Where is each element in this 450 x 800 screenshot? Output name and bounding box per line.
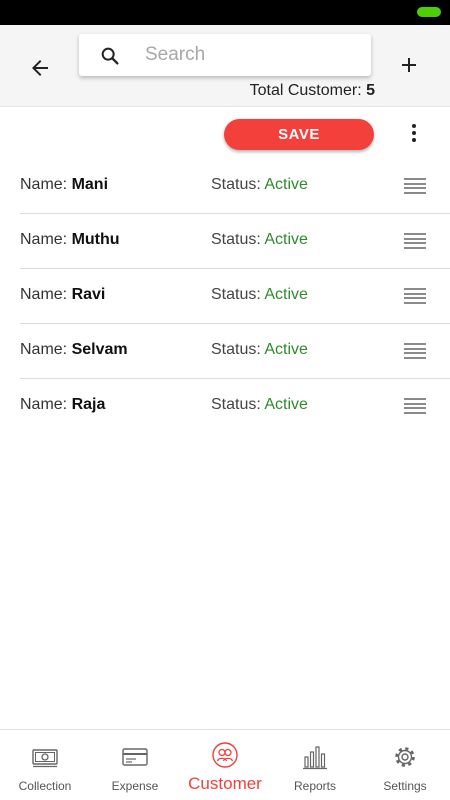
name-label: Name: [20,176,68,193]
list-item[interactable]: Name: Raja Status: Active [20,379,450,434]
status-value: Active [264,231,308,248]
back-button[interactable] [22,50,58,86]
bottom-nav: Collection Expense Customer Reports Sett… [0,729,450,800]
status-label: Status: [211,286,261,303]
customer-list: Name: Mani Status: Active Name: Muthu St… [0,159,450,434]
customer-name: Ravi [71,286,106,303]
status-label: Status: [211,176,261,193]
total-customer: Total Customer: 5 [250,82,375,100]
header: Total Customer: 5 [0,25,450,107]
nav-label: Collection [18,779,72,793]
cash-icon [32,749,58,768]
drag-handle-icon[interactable] [404,233,426,249]
add-customer-button[interactable] [391,47,427,83]
drag-handle-icon[interactable] [404,178,426,194]
total-label: Total Customer: [249,82,362,99]
search-icon [101,47,119,65]
bar-chart-icon [303,746,327,770]
status-label: Status: [211,341,261,358]
status-bar [0,0,450,25]
nav-item-expense[interactable]: Expense [90,730,180,800]
more-vert-icon [412,124,416,128]
customer-name: Mani [71,176,109,193]
search-box [79,34,371,76]
list-item[interactable]: Name: Muthu Status: Active [20,214,450,269]
nav-item-settings[interactable]: Settings [360,730,450,800]
customer-name: Selvam [71,341,128,358]
nav-label: Settings [383,779,427,793]
customer-name: Muthu [71,231,120,248]
customers-icon [212,742,238,768]
nav-item-customer[interactable]: Customer [180,730,270,800]
list-item[interactable]: Name: Mani Status: Active [20,159,450,214]
nav-label: Expense [111,779,159,793]
status-value: Active [264,396,308,413]
nav-label: Customer [188,774,262,793]
name-label: Name: [20,286,68,303]
status-label: Status: [211,396,261,413]
customer-name: Raja [71,396,106,413]
drag-handle-icon[interactable] [404,288,426,304]
status-value: Active [264,176,308,193]
search-input[interactable] [145,34,365,76]
list-item[interactable]: Name: Selvam Status: Active [20,324,450,379]
status-value: Active [264,286,308,303]
more-options-button[interactable] [403,118,425,148]
nav-item-reports[interactable]: Reports [270,730,360,800]
drag-handle-icon[interactable] [404,343,426,359]
name-label: Name: [20,231,68,248]
save-button[interactable]: SAVE [224,119,374,150]
gear-icon [395,747,415,767]
arrow-left-icon [32,60,48,76]
card-icon [122,748,148,766]
status-value: Active [264,341,308,358]
plus-icon [402,58,416,72]
name-label: Name: [20,341,68,358]
battery-icon [417,7,441,17]
nav-label: Reports [293,779,337,793]
total-count: 5 [366,82,375,99]
name-label: Name: [20,396,68,413]
drag-handle-icon[interactable] [404,398,426,414]
list-item[interactable]: Name: Ravi Status: Active [20,269,450,324]
nav-item-collection[interactable]: Collection [0,730,90,800]
status-label: Status: [211,231,261,248]
